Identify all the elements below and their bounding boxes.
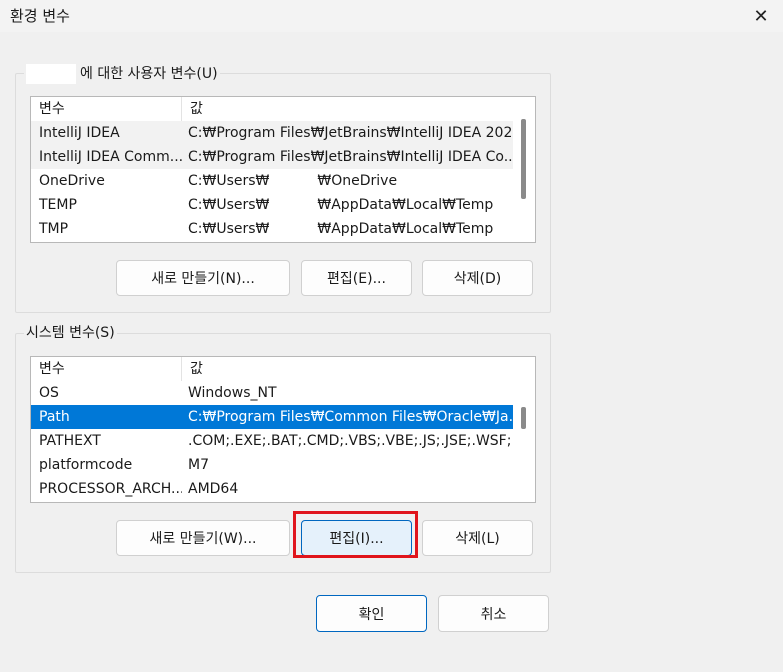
variable-value: C:₩Users₩ ₩AppData₩Local₩Temp (182, 217, 513, 241)
redacted-username (269, 196, 318, 214)
system-variables-list[interactable]: 변수 값 OS Windows_NT Path C:₩Program Files₩Co… (30, 356, 536, 503)
variable-name: IntelliJ IDEA Comm... (39, 149, 182, 165)
variable-value: M7 (188, 457, 209, 473)
close-icon: ✕ (753, 5, 769, 27)
variable-name: platformcode (39, 457, 133, 473)
variable-value: Windows_NT (188, 385, 277, 401)
variable-name: OneDrive (39, 173, 105, 189)
variable-name: PATHEXT (39, 433, 101, 449)
variable-name: IntelliJ IDEA (39, 125, 120, 141)
vertical-scrollbar[interactable] (513, 97, 535, 242)
highlight-box (293, 511, 418, 558)
user-variables-list[interactable]: 변수 값 IntelliJ IDEA C:₩Program Files₩JetBr… (30, 96, 536, 243)
user-variables-rows: IntelliJ IDEA C:₩Program Files₩JetBrains₩… (31, 121, 513, 241)
value-suffix: ₩AppData₩Local₩Temp (317, 197, 494, 213)
cancel-button[interactable]: 취소 (438, 595, 549, 632)
variable-name: OS (39, 385, 59, 401)
variable-value: C:₩Users₩ ₩AppData₩Local₩Temp (182, 193, 513, 217)
vertical-scrollbar[interactable] (513, 357, 535, 502)
table-row[interactable]: OneDrive C:₩Users₩ ₩OneDrive (31, 169, 513, 193)
user-delete-button[interactable]: 삭제(D) (422, 260, 533, 296)
column-header-variable[interactable]: 변수 (31, 357, 182, 381)
user-variables-legend-text: 에 대한 사용자 변수(U) (80, 66, 218, 82)
value-prefix: C:₩Users₩ (188, 173, 270, 189)
value-prefix: C:₩Users₩ (188, 221, 270, 237)
system-variables-rows: OS Windows_NT Path C:₩Program Files₩Common … (31, 381, 513, 501)
ok-button[interactable]: 확인 (316, 595, 427, 632)
table-row[interactable]: TMP C:₩Users₩ ₩AppData₩Local₩Temp (31, 217, 513, 241)
window-title: 환경 변수 (10, 7, 70, 25)
system-new-button[interactable]: 새로 만들기(W)... (116, 520, 290, 556)
scrollbar-thumb[interactable] (521, 119, 526, 199)
value-suffix: ₩AppData₩Local₩Temp (317, 221, 494, 237)
variable-name: Path (39, 409, 70, 425)
table-row[interactable]: Path C:₩Program Files₩Common Files₩Oracle… (31, 405, 513, 429)
redacted-username (269, 172, 318, 190)
redacted-username (269, 220, 318, 238)
scrollbar-thumb[interactable] (521, 407, 526, 429)
system-variables-legend: 시스템 변수(S) (24, 324, 117, 342)
user-edit-button[interactable]: 편집(E)... (301, 260, 412, 296)
table-row[interactable]: PROCESSOR_ARCH... AMD64 (31, 477, 513, 501)
title-bar: 환경 변수 ✕ (0, 0, 783, 32)
variable-name: TEMP (39, 197, 77, 213)
system-delete-button[interactable]: 삭제(L) (422, 520, 533, 556)
column-header-variable[interactable]: 변수 (31, 97, 182, 121)
table-row[interactable]: platformcode M7 (31, 453, 513, 477)
value-suffix: ₩OneDrive (317, 173, 398, 189)
table-row[interactable]: IntelliJ IDEA C:₩Program Files₩JetBrains₩… (31, 121, 513, 145)
variable-value: C:₩Program Files₩JetBrains₩IntelliJ IDEA… (188, 149, 513, 165)
variable-value: C:₩Program Files₩Common Files₩Oracle₩Ja.… (188, 409, 513, 425)
value-prefix: C:₩Users₩ (188, 197, 270, 213)
variable-value: AMD64 (188, 481, 239, 497)
table-row[interactable]: PATHEXT .COM;.EXE;.BAT;.CMD;.VBS;.VBE;.JS… (31, 429, 513, 453)
table-row[interactable]: OS Windows_NT (31, 381, 513, 405)
column-header-value[interactable]: 값 (182, 357, 203, 381)
user-variables-legend: 에 대한 사용자 변수(U) (24, 64, 220, 84)
list-header: 변수 값 (31, 357, 513, 381)
list-header: 변수 값 (31, 97, 513, 121)
variable-value: C:₩Program Files₩JetBrains₩IntelliJ IDEA… (188, 125, 513, 141)
table-row[interactable]: TEMP C:₩Users₩ ₩AppData₩Local₩Temp (31, 193, 513, 217)
variable-name: TMP (39, 221, 69, 237)
close-button[interactable]: ✕ (739, 0, 783, 32)
variable-value: .COM;.EXE;.BAT;.CMD;.VBS;.VBE;.JS;.JSE;.… (188, 433, 513, 449)
variable-value: C:₩Users₩ ₩OneDrive (182, 169, 513, 193)
user-new-button[interactable]: 새로 만들기(N)... (116, 260, 290, 296)
table-row[interactable]: IntelliJ IDEA Comm... C:₩Program Files₩Je… (31, 145, 513, 169)
redacted-username (26, 64, 76, 84)
column-header-value[interactable]: 값 (182, 97, 203, 121)
variable-name: PROCESSOR_ARCH... (39, 481, 182, 497)
